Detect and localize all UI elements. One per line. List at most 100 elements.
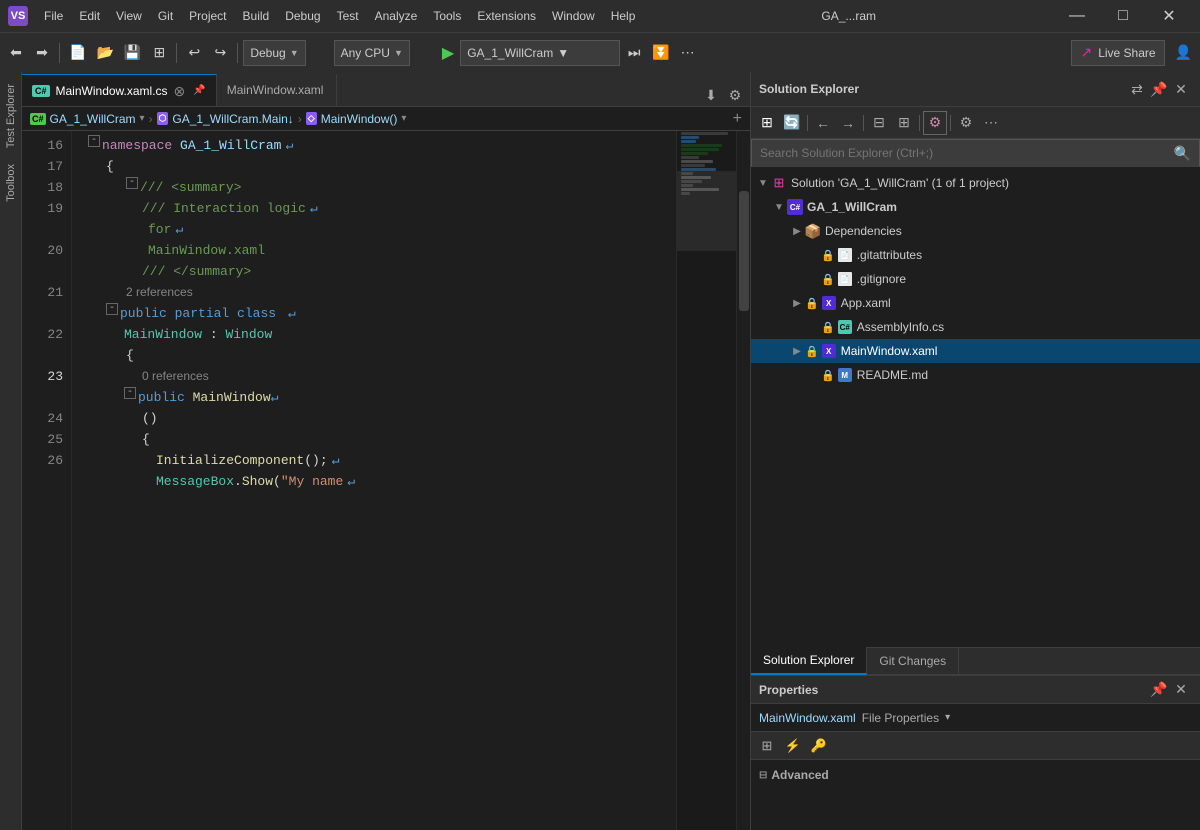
- tree-gitignore[interactable]: 🔒 📄 .gitignore: [751, 267, 1200, 291]
- se-tab-git-changes[interactable]: Git Changes: [867, 647, 959, 675]
- tree-expand-mainwindow[interactable]: ▶: [789, 343, 805, 359]
- se-toolbar-forward[interactable]: →: [836, 111, 860, 135]
- prop-tb-sort[interactable]: ⚡: [781, 734, 805, 758]
- prop-tb-grid[interactable]: ⊞: [755, 734, 779, 758]
- back-button[interactable]: ⬅: [4, 39, 28, 67]
- menu-window[interactable]: Window: [544, 5, 603, 27]
- prop-pin-button[interactable]: 📌: [1148, 679, 1170, 701]
- breadcrumb-member[interactable]: ◇ MainWindow() ▾: [306, 112, 407, 126]
- prop-close-button[interactable]: ✕: [1170, 679, 1192, 701]
- code-line-25: InitializeComponent(); ↵: [88, 450, 676, 471]
- tree-appxaml[interactable]: ▶ 🔒 X App.xaml: [751, 291, 1200, 315]
- forward-button[interactable]: ➡: [30, 39, 54, 67]
- code-editor[interactable]: 16 17 18 19 20 21 22 23 24 25 26: [22, 131, 750, 830]
- live-share-button[interactable]: ↗ Live Share: [1071, 40, 1164, 66]
- fold-marker-class[interactable]: -: [106, 303, 118, 315]
- se-toolbar-back[interactable]: ←: [811, 111, 835, 135]
- sidebar-tab-toolbox[interactable]: Toolbox: [3, 156, 19, 210]
- prop-file-dropdown[interactable]: ▾: [945, 712, 950, 723]
- breadcrumb-project-dropdown[interactable]: ▾: [140, 113, 145, 124]
- se-toolbar-refresh[interactable]: 🔄: [780, 111, 804, 135]
- menu-test[interactable]: Test: [329, 5, 367, 27]
- platform-dropdown[interactable]: Any CPU ▼: [334, 40, 410, 66]
- fold-marker-ctor[interactable]: -: [124, 387, 136, 399]
- prop-section-toggle[interactable]: ⊟: [759, 770, 767, 781]
- tree-solution-root[interactable]: ▼ ⊞ Solution 'GA_1_WillCram' (1 of 1 pro…: [751, 171, 1200, 195]
- se-toolbar-more[interactable]: ⋯: [979, 111, 1003, 135]
- se-toolbar-filter[interactable]: ⊞: [892, 111, 916, 135]
- debug-config-dropdown[interactable]: Debug ▼: [243, 40, 305, 66]
- menu-tools[interactable]: Tools: [425, 5, 469, 27]
- se-toolbar-pending[interactable]: ⚙: [923, 111, 947, 135]
- minimize-button[interactable]: —: [1054, 0, 1100, 32]
- sidebar-tab-test-explorer[interactable]: Test Explorer: [3, 76, 19, 156]
- menu-debug[interactable]: Debug: [277, 5, 328, 27]
- undo-button[interactable]: ↩: [182, 39, 206, 67]
- save-button[interactable]: 💾: [120, 39, 145, 67]
- tab-mainwindow-cs[interactable]: C# MainWindow.xaml.cs ⊗ 📌: [22, 74, 217, 106]
- fold-marker-ns[interactable]: -: [88, 135, 100, 147]
- breadcrumb-member-dropdown[interactable]: ▾: [401, 113, 406, 124]
- menu-analyze[interactable]: Analyze: [367, 5, 426, 27]
- tab-mainwindow-xaml[interactable]: MainWindow.xaml: [217, 74, 337, 106]
- tab-list-button[interactable]: ⬇: [700, 84, 722, 106]
- editor-scrollbar[interactable]: [736, 131, 750, 830]
- open-button[interactable]: 📂: [92, 39, 117, 67]
- close-button[interactable]: ✕: [1146, 0, 1192, 32]
- tree-assemblyinfo[interactable]: 🔒 C# AssemblyInfo.cs: [751, 315, 1200, 339]
- menu-extensions[interactable]: Extensions: [469, 5, 544, 27]
- tab-cs-close[interactable]: ⊗: [174, 84, 186, 98]
- tree-readme[interactable]: 🔒 M README.md: [751, 363, 1200, 387]
- se-search-box[interactable]: 🔍: [751, 139, 1200, 167]
- toolbar-separator-3: [237, 43, 238, 63]
- tree-expand-deps[interactable]: ▶: [789, 223, 805, 239]
- run-target-dropdown[interactable]: GA_1_WillCram ▼: [460, 40, 620, 66]
- menu-file[interactable]: File: [36, 5, 71, 27]
- step-over-button[interactable]: ⏭: [622, 39, 646, 67]
- tree-expand-gitignore: [805, 271, 821, 287]
- save-all-button[interactable]: ⊞: [147, 39, 171, 67]
- se-sync-button[interactable]: ⇄: [1126, 78, 1148, 100]
- se-tab-solution-explorer[interactable]: Solution Explorer: [751, 647, 867, 675]
- menu-view[interactable]: View: [108, 5, 150, 27]
- menu-help[interactable]: Help: [603, 5, 644, 27]
- breadcrumb-namespace[interactable]: ⬡ GA_1_WillCram.Main↓: [157, 112, 294, 126]
- scrollbar-thumb[interactable]: [739, 191, 749, 311]
- se-search-icon[interactable]: 🔍: [1174, 145, 1191, 162]
- toolbar-extra[interactable]: ⋯: [676, 39, 700, 67]
- tree-project[interactable]: ▼ C# GA_1_WillCram: [751, 195, 1200, 219]
- se-search-input[interactable]: [760, 146, 1174, 160]
- redo-button[interactable]: ↪: [208, 39, 232, 67]
- tree-mainwindowxaml[interactable]: ▶ 🔒 X MainWindow.xaml: [751, 339, 1200, 363]
- tab-cs-pin[interactable]: 📌: [193, 85, 205, 96]
- se-close-button[interactable]: ✕: [1170, 78, 1192, 100]
- new-project-button[interactable]: 📄: [65, 39, 90, 67]
- tree-expand-project[interactable]: ▼: [771, 199, 787, 215]
- tree-dependencies[interactable]: ▶ 📦 Dependencies: [751, 219, 1200, 243]
- tab-split-button[interactable]: ⚙: [724, 84, 746, 106]
- account-button[interactable]: 👤: [1171, 39, 1196, 67]
- menu-build[interactable]: Build: [235, 5, 278, 27]
- se-pin-button[interactable]: 📌: [1148, 78, 1170, 100]
- fold-marker-summary[interactable]: -: [126, 177, 138, 189]
- maximize-button[interactable]: □: [1100, 0, 1146, 32]
- prop-content: ⊟ Advanced: [751, 760, 1200, 794]
- se-toolbar-collapse[interactable]: ⊟: [867, 111, 891, 135]
- toolbar-separator-5: [412, 39, 436, 67]
- tree-expand-solution[interactable]: ▼: [755, 175, 771, 191]
- se-toolbar-properties[interactable]: ⊞: [755, 111, 779, 135]
- breadcrumb-add-button[interactable]: +: [733, 110, 742, 128]
- step-into-button[interactable]: ⏬: [648, 39, 673, 67]
- prop-tb-key[interactable]: 🔑: [807, 734, 831, 758]
- run-button[interactable]: ▶: [438, 40, 458, 66]
- code-content[interactable]: - namespace GA_1_WillCram ↵ { - /// <sum…: [72, 131, 676, 830]
- mainwindow-lock-icon: 🔒: [805, 345, 819, 358]
- breadcrumb-project[interactable]: C# GA_1_WillCram ▾: [30, 112, 145, 126]
- tree-expand-appxaml[interactable]: ▶: [789, 295, 805, 311]
- tab-actions: ⬇ ⚙: [700, 84, 750, 106]
- menu-edit[interactable]: Edit: [71, 5, 108, 27]
- se-toolbar-settings[interactable]: ⚙: [954, 111, 978, 135]
- tree-gitattributes[interactable]: 🔒 📄 .gitattributes: [751, 243, 1200, 267]
- menu-project[interactable]: Project: [181, 5, 234, 27]
- menu-git[interactable]: Git: [150, 5, 181, 27]
